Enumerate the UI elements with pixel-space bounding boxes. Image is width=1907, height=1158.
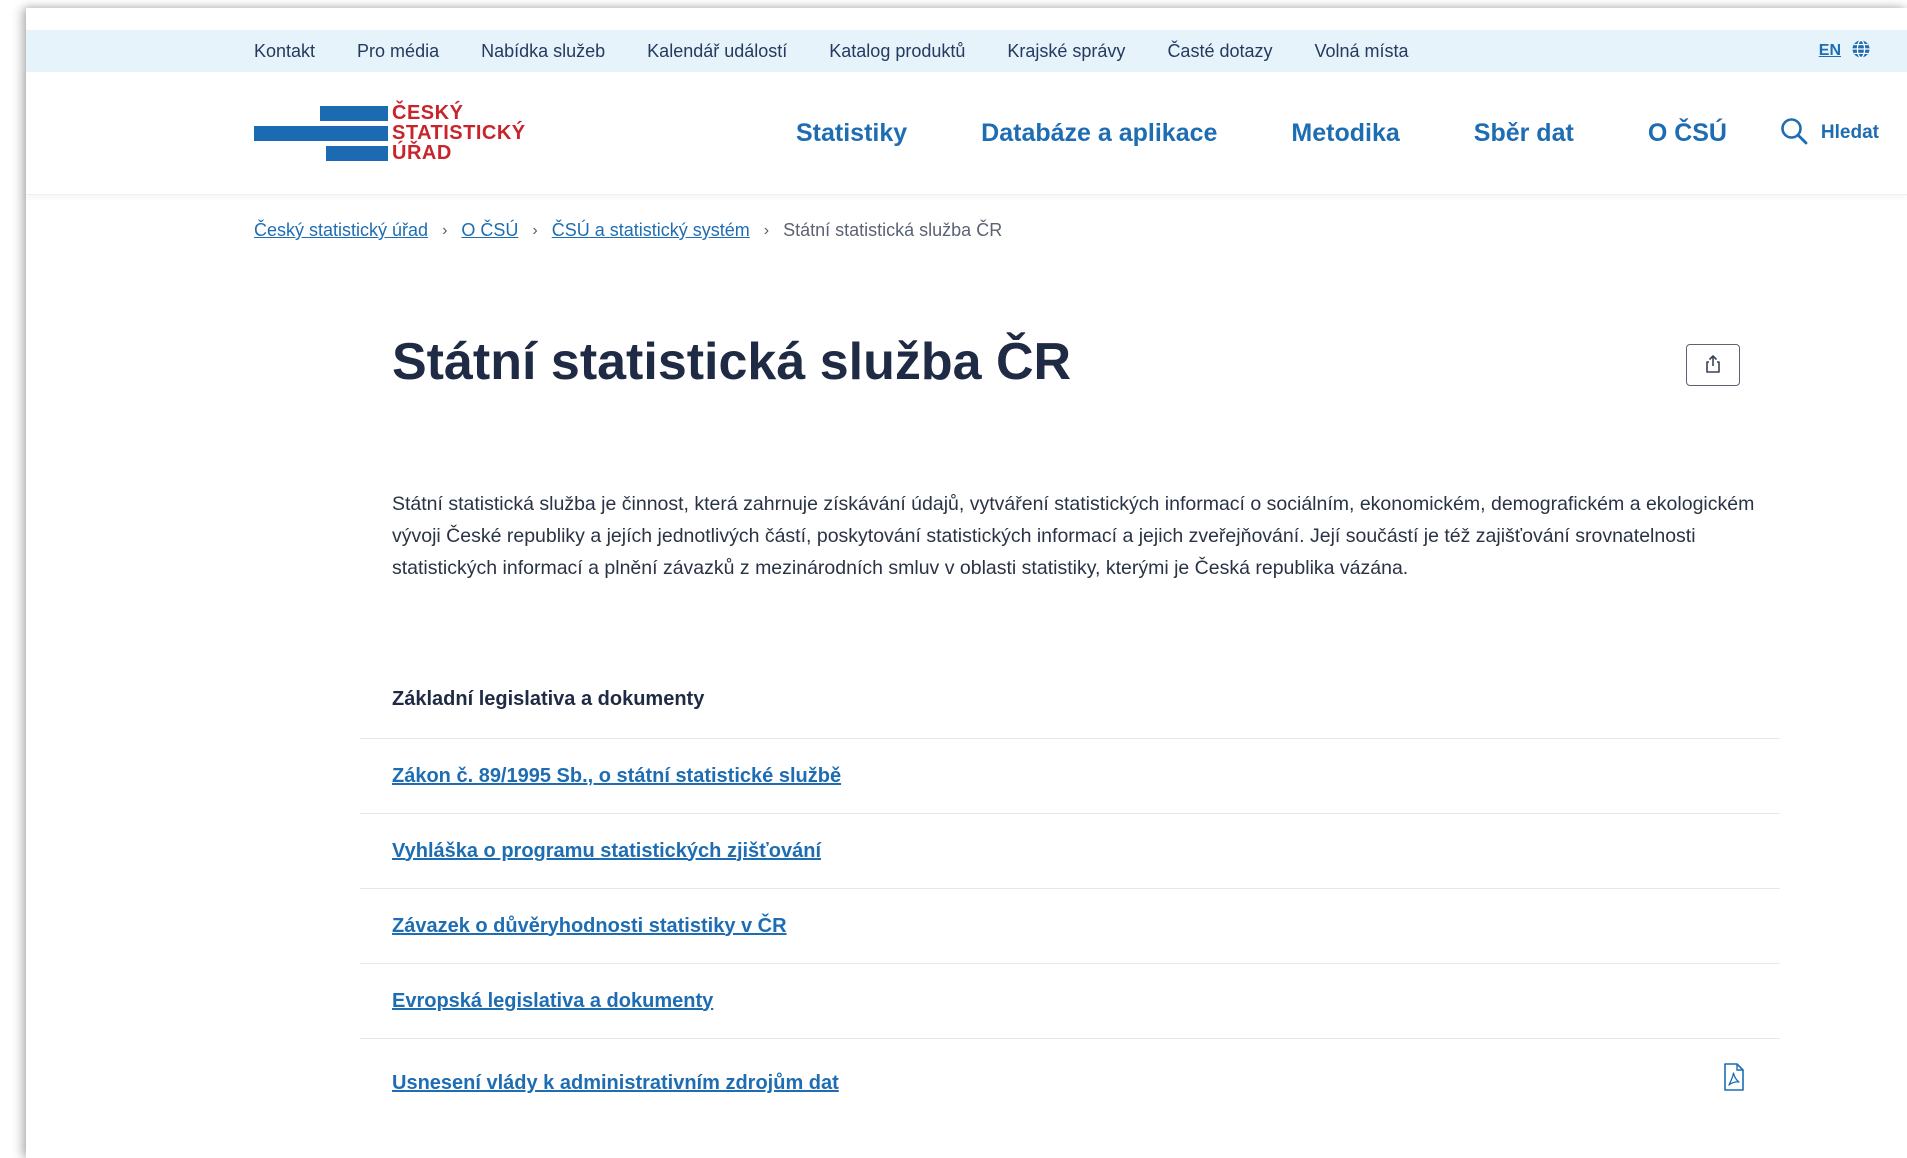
breadcrumb-current: Státní statistická služba ČR xyxy=(783,220,1003,240)
share-button[interactable] xyxy=(1686,344,1740,386)
breadcrumb-link-o-csu[interactable]: O ČSÚ xyxy=(461,220,518,241)
logo-bar-bottom xyxy=(326,146,388,161)
intro-paragraph: Státní statistická služba je činnost, kt… xyxy=(392,493,1755,579)
utility-link-nabidka-sluzeb[interactable]: Nabídka služeb xyxy=(481,41,605,62)
nav-item-databaze-a-aplikace[interactable]: Databáze a aplikace xyxy=(981,119,1217,148)
page-title: Státní statistická služba ČR xyxy=(392,333,1072,391)
utility-bar: Kontakt Pro média Nabídka služeb Kalendá… xyxy=(26,30,1907,72)
search-icon[interactable] xyxy=(1779,116,1809,151)
main-nav: Statistiky Databáze a aplikace Metodika … xyxy=(796,72,1801,194)
search-label[interactable]: Hledat xyxy=(1821,122,1879,144)
breadcrumb-link-csu-a-statisticky-system[interactable]: ČSÚ a statistický systém xyxy=(552,220,750,241)
utility-link-katalog-produktu[interactable]: Katalog produktů xyxy=(829,41,965,62)
language-en-link[interactable]: EN xyxy=(1819,42,1841,60)
browser-page: Kontakt Pro média Nabídka služeb Kalendá… xyxy=(26,8,1907,1158)
search-button[interactable]: Hledat xyxy=(1779,72,1879,194)
breadcrumb: Český statistický úřad › O ČSÚ › ČSÚ a s… xyxy=(254,220,1002,241)
document-list: Zákon č. 89/1995 Sb., o státní statistic… xyxy=(360,738,1780,1128)
list-item: Zákon č. 89/1995 Sb., o státní statistic… xyxy=(360,738,1780,813)
utility-nav: Kontakt Pro média Nabídka služeb Kalendá… xyxy=(254,30,1451,72)
document-link-vyhlaska[interactable]: Vyhláška o programu statistických zjišťo… xyxy=(392,840,821,863)
chevron-right-icon: › xyxy=(442,221,448,239)
nav-item-metodika[interactable]: Metodika xyxy=(1291,119,1399,148)
nav-item-o-csu[interactable]: O ČSÚ xyxy=(1648,119,1727,148)
utility-link-caste-dotazy[interactable]: Časté dotazy xyxy=(1167,41,1272,62)
list-item: Usnesení vlády k administrativním zdrojů… xyxy=(360,1038,1780,1128)
nav-item-sber-dat[interactable]: Sběr dat xyxy=(1474,119,1574,148)
logo-bar-top xyxy=(320,106,388,121)
document-link-evropska-legislativa[interactable]: Evropská legislativa a dokumenty xyxy=(392,990,713,1013)
csu-logo[interactable]: ČESKÝ STATISTICKÝ ÚŘAD xyxy=(254,100,544,166)
utility-link-pro-media[interactable]: Pro média xyxy=(357,41,439,62)
nav-item-statistiky[interactable]: Statistiky xyxy=(796,119,907,148)
utility-link-kalendar-udalosti[interactable]: Kalendář událostí xyxy=(647,41,787,62)
section-title: Základní legislativa a dokumenty xyxy=(392,688,705,710)
logo-bar-middle xyxy=(254,126,388,141)
document-link-zakon[interactable]: Zákon č. 89/1995 Sb., o státní statistic… xyxy=(392,765,841,788)
logo-text-line3: ÚŘAD xyxy=(392,142,452,164)
list-item: Závazek o důvěryhodnosti statistiky v ČR xyxy=(360,888,1780,963)
logo-text-line1: ČESKÝ xyxy=(392,102,464,124)
globe-icon[interactable] xyxy=(1851,39,1871,64)
document-link-usneseni-vlady[interactable]: Usnesení vlády k administrativním zdrojů… xyxy=(392,1072,839,1095)
share-icon xyxy=(1703,354,1723,377)
utility-link-volna-mista[interactable]: Volná místa xyxy=(1315,41,1409,62)
list-item: Evropská legislativa a dokumenty xyxy=(360,963,1780,1038)
document-link-zavazek[interactable]: Závazek o důvěryhodnosti statistiky v ČR xyxy=(392,915,787,938)
chevron-right-icon: › xyxy=(532,221,538,239)
breadcrumb-link-home[interactable]: Český statistický úřad xyxy=(254,220,428,241)
list-item: Vyhláška o programu statistických zjišťo… xyxy=(360,813,1780,888)
pdf-icon[interactable] xyxy=(1723,1063,1745,1096)
utility-link-krajske-spravy[interactable]: Krajské správy xyxy=(1007,41,1125,62)
utility-link-kontakt[interactable]: Kontakt xyxy=(254,41,315,62)
language-switcher: EN xyxy=(1819,30,1871,72)
logo-text-line2: STATISTICKÝ xyxy=(392,122,526,144)
chevron-right-icon: › xyxy=(763,221,770,239)
site-header: ČESKÝ STATISTICKÝ ÚŘAD Statistiky Databá… xyxy=(26,72,1907,195)
